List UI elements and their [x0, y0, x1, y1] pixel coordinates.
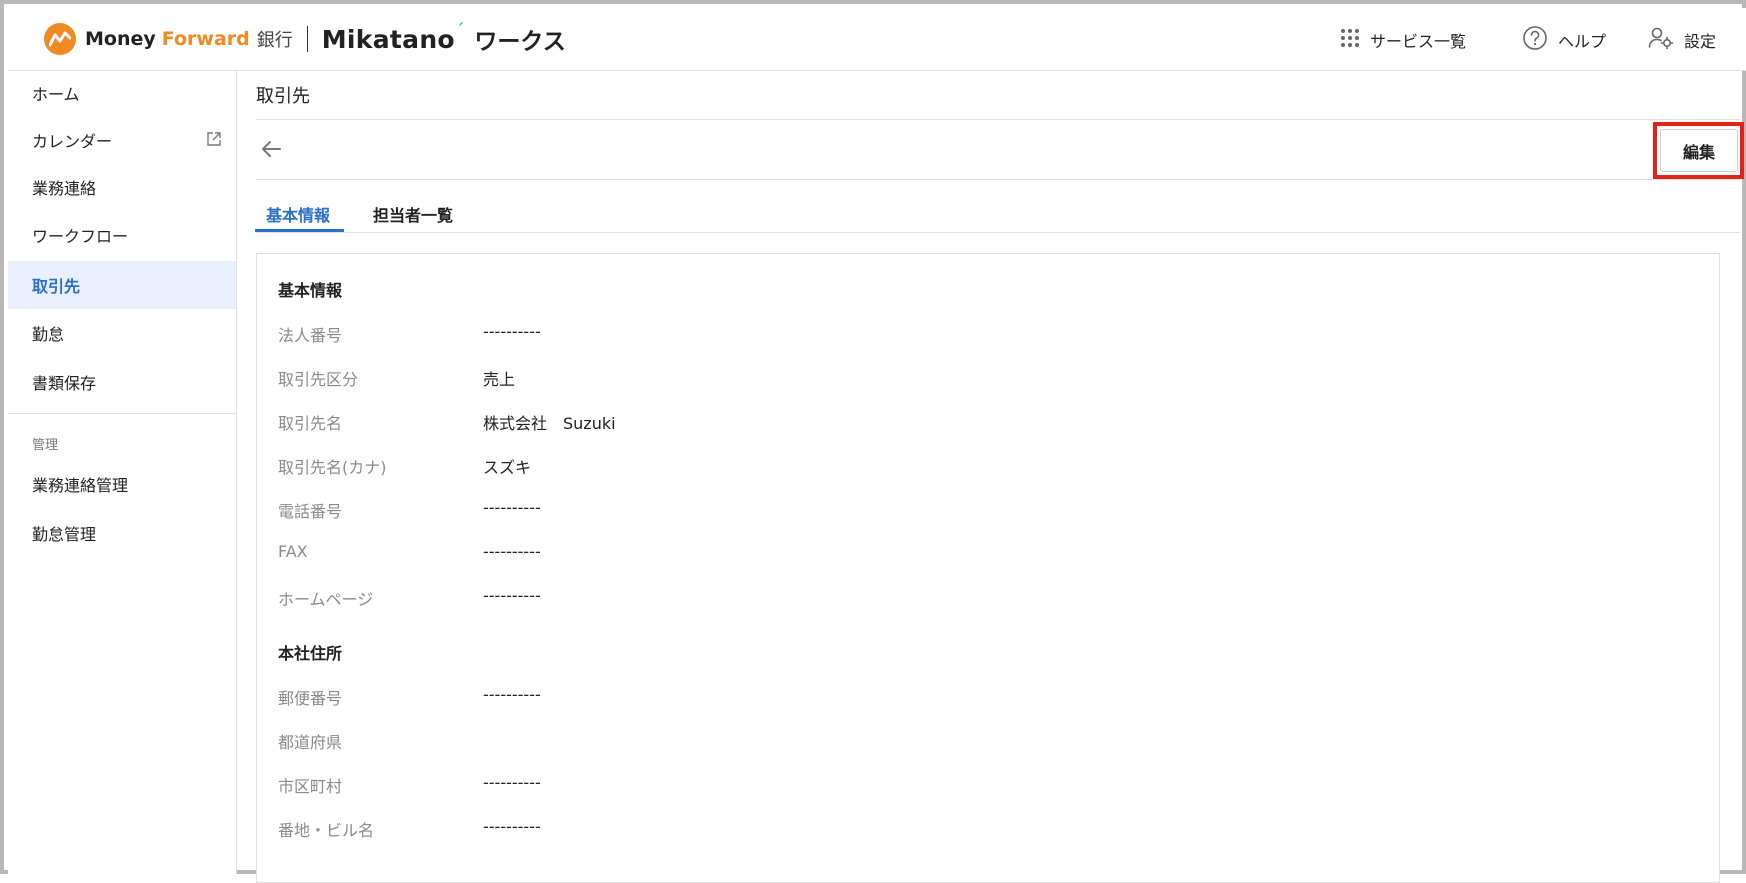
help-button[interactable]: ヘルプ: [1522, 26, 1606, 54]
user-gear-icon: [1648, 26, 1674, 54]
sidebar-item-label: ワークフロー: [32, 227, 129, 246]
tabs-divider: [256, 232, 1740, 233]
top-header: Money Forward 銀行 Mikatano ˊ ワークス サービス一覧: [8, 8, 1746, 71]
field-value-city: ----------: [483, 773, 541, 792]
sidebar: ホーム カレンダー 業務連絡 ワークフロー 取引先 勤怠 書類保存 管理 業務連…: [8, 71, 237, 874]
field-label-prefecture: 都道府県: [278, 733, 343, 752]
page-title: 取引先: [256, 86, 310, 107]
sidebar-item-attendance-admin[interactable]: 勤怠管理: [8, 509, 236, 557]
question-circle-icon: [1522, 25, 1548, 55]
sidebar-item-label: 業務連絡: [32, 179, 97, 198]
field-value-client-name: 株式会社 Suzuki: [483, 414, 616, 433]
sidebar-section-admin: 管理: [32, 438, 59, 453]
brand-money-text: Money: [85, 28, 156, 50]
tab-contacts[interactable]: 担当者一覧: [373, 202, 453, 226]
settings-label: 設定: [1684, 32, 1717, 51]
field-label-client-category: 取引先区分: [278, 370, 359, 389]
brand-logo[interactable]: Money Forward 銀行 Mikatano ˊ ワークス: [44, 21, 566, 56]
field-label-phone: 電話番号: [278, 502, 343, 521]
field-value-homepage: ----------: [483, 586, 541, 605]
money-forward-logo-icon: [44, 23, 76, 55]
section-heading-basic-info: 基本情報: [278, 281, 343, 300]
field-value-fax: ----------: [483, 542, 541, 561]
client-detail-card: 基本情報 法人番号 ---------- 取引先区分 売上 取引先名 株式会社 …: [256, 253, 1720, 883]
app-window: Money Forward 銀行 Mikatano ˊ ワークス サービス一覧: [0, 0, 1746, 883]
services-label: サービス一覧: [1370, 32, 1467, 51]
external-link-icon: [206, 131, 222, 151]
grid-dots-icon: [1340, 28, 1360, 52]
field-label-client-name: 取引先名: [278, 414, 343, 433]
field-label-corporate-number: 法人番号: [278, 326, 343, 345]
settings-button[interactable]: 設定: [1648, 26, 1716, 54]
sidebar-item-label: 取引先: [32, 277, 81, 296]
brand-accent-mark: ˊ: [455, 21, 465, 41]
sidebar-item-label: 勤怠管理: [32, 525, 97, 544]
field-value-client-name-kana: スズキ: [483, 458, 532, 477]
arrow-left-icon: [262, 141, 281, 157]
field-label-fax: FAX: [278, 542, 308, 561]
field-label-client-name-kana: 取引先名(カナ): [278, 458, 387, 477]
sidebar-item-business-contact-admin[interactable]: 業務連絡管理: [8, 460, 236, 508]
sidebar-item-workflow[interactable]: ワークフロー: [8, 211, 236, 259]
sidebar-item-label: 勤怠: [32, 325, 65, 344]
sidebar-item-document-storage[interactable]: 書類保存: [8, 358, 236, 406]
edit-button[interactable]: 編集: [1660, 129, 1738, 172]
sidebar-item-attendance[interactable]: 勤怠: [8, 309, 236, 357]
field-label-street-building: 番地・ビル名: [278, 821, 375, 840]
field-value-street-building: ----------: [483, 817, 541, 836]
field-label-postal-code: 郵便番号: [278, 689, 343, 708]
sidebar-item-label: ホーム: [32, 85, 80, 104]
back-button[interactable]: [256, 134, 286, 164]
help-label: ヘルプ: [1558, 32, 1607, 51]
sidebar-item-business-contact[interactable]: 業務連絡: [8, 163, 236, 211]
sidebar-divider: [8, 413, 236, 414]
section-heading-head-office-address: 本社住所: [278, 644, 343, 663]
services-menu-button[interactable]: サービス一覧: [1340, 26, 1466, 54]
field-value-phone: ----------: [483, 498, 541, 517]
brand-bank-text: 銀行: [256, 30, 293, 51]
field-value-corporate-number: ----------: [483, 322, 541, 341]
brand-separator: [306, 26, 308, 52]
brand-works-text: ワークス: [474, 29, 566, 55]
tab-basic-info[interactable]: 基本情報: [266, 202, 330, 226]
field-value-postal-code: ----------: [483, 685, 541, 704]
sidebar-item-label: 書類保存: [32, 374, 97, 393]
title-divider: [256, 119, 1740, 120]
field-label-city: 市区町村: [278, 777, 343, 796]
sidebar-item-home[interactable]: ホーム: [8, 69, 236, 117]
active-tab-indicator: [255, 229, 344, 232]
sidebar-item-clients[interactable]: 取引先: [8, 261, 236, 309]
sidebar-item-label: カレンダー: [32, 132, 113, 151]
sidebar-item-calendar[interactable]: カレンダー: [8, 116, 236, 164]
brand-forward-text: Forward: [161, 28, 250, 50]
sidebar-item-label: 業務連絡管理: [32, 476, 129, 495]
field-value-client-category: 売上: [483, 370, 516, 389]
toolbar-divider: [256, 179, 1740, 180]
brand-mikatano-text: Mikatano: [321, 24, 455, 54]
field-label-homepage: ホームページ: [278, 590, 374, 609]
